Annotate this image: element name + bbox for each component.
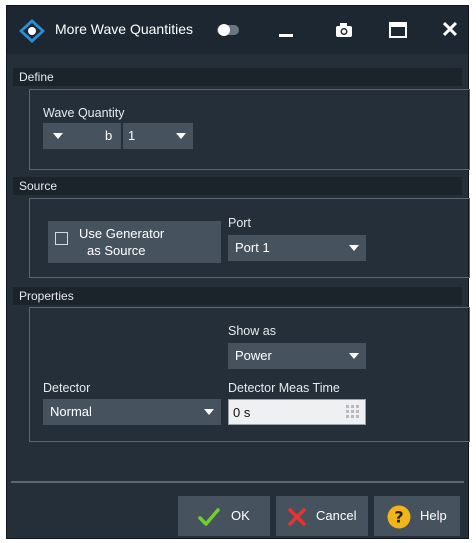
properties-header: Properties <box>13 287 462 305</box>
wave-quantity-dropdown[interactable]: b <box>43 123 121 149</box>
maximize-icon[interactable] <box>381 14 415 46</box>
svg-text:?: ? <box>394 508 403 527</box>
use-generator-as-source-checkbox[interactable]: Use Generator as Source <box>48 221 221 263</box>
ok-label: OK <box>231 508 250 523</box>
chevron-down-icon <box>349 353 359 359</box>
help-button[interactable]: ? Help <box>374 496 460 536</box>
port-label: Port <box>228 216 251 230</box>
show-as-label: Show as <box>228 324 276 338</box>
cancel-button[interactable]: Cancel <box>276 496 368 536</box>
window-title: More Wave Quantities <box>55 21 193 37</box>
chevron-down-icon <box>349 245 359 251</box>
chevron-down-icon <box>176 133 186 139</box>
chevron-down-icon <box>204 409 214 415</box>
port-value: Port 1 <box>235 240 270 255</box>
show-as-value: Power <box>235 348 272 363</box>
footer-separator <box>11 481 464 483</box>
checkmark-icon <box>198 506 220 528</box>
detector-meas-time-label: Detector Meas Time <box>228 381 340 395</box>
port-dropdown[interactable]: Port 1 <box>228 235 366 261</box>
detector-dropdown[interactable]: Normal <box>43 399 221 425</box>
wave-quantity-label: Wave Quantity <box>43 106 125 120</box>
minimize-icon[interactable] <box>269 14 303 46</box>
detector-label: Detector <box>43 381 91 395</box>
port-number-dropdown[interactable]: 1 <box>123 123 193 149</box>
wave-quantity-value: b <box>105 128 113 143</box>
checkbox-icon <box>55 232 68 245</box>
close-red-icon <box>286 506 308 528</box>
detector-value: Normal <box>50 404 92 419</box>
as-source-label: as Source <box>87 243 146 258</box>
close-icon: ✕ <box>440 17 460 42</box>
help-label: Help <box>420 508 447 523</box>
keypad-icon[interactable] <box>346 405 360 419</box>
help-icon: ? <box>387 505 411 529</box>
chevron-down-icon <box>53 133 63 139</box>
ok-button[interactable]: OK <box>178 496 270 536</box>
cancel-label: Cancel <box>316 508 357 523</box>
rs-logo-icon <box>19 19 45 43</box>
close-button[interactable]: ✕ <box>433 14 467 46</box>
port-number-value: 1 <box>128 128 136 143</box>
detector-meas-time-input[interactable] <box>233 403 333 421</box>
detector-meas-time-field[interactable] <box>228 399 366 425</box>
use-generator-label: Use Generator <box>79 226 165 241</box>
source-header: Source <box>13 177 462 195</box>
show-as-dropdown[interactable]: Power <box>228 343 366 369</box>
define-header: Define <box>13 68 462 86</box>
camera-icon[interactable] <box>327 14 361 46</box>
toggle-icon[interactable] <box>212 14 246 46</box>
title-bar[interactable]: More Wave Quantities ✕ <box>7 6 468 54</box>
more-wave-quantities-dialog: More Wave Quantities ✕ Define Wave Quant… <box>6 5 470 539</box>
